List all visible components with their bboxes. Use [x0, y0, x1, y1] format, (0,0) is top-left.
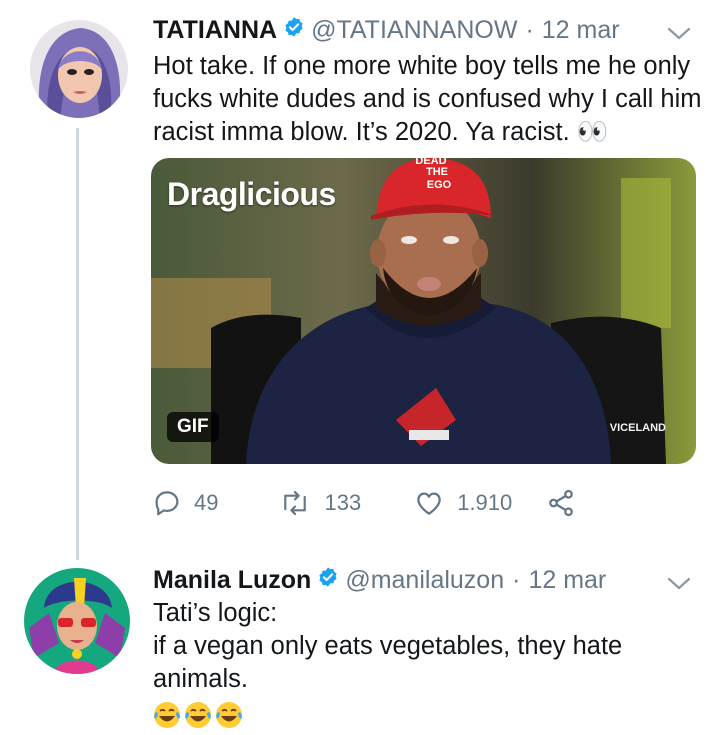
tears-of-joy-emoji: [216, 702, 242, 728]
chevron-down-icon[interactable]: [666, 576, 692, 597]
retweet-button[interactable]: 133: [278, 488, 361, 518]
tweet-text: Tati’s logic: if a vegan only eats veget…: [153, 597, 622, 696]
tweet-actions: 49 133 1.910: [152, 488, 576, 518]
reply-button[interactable]: 49: [152, 488, 218, 518]
tweet-header: Manila Luzon @manilaluzon · 12 mar: [153, 566, 606, 595]
tears-of-joy-emoji: [154, 702, 180, 728]
gif-badge: GIF: [167, 412, 219, 442]
tweet-text-line: animals.: [153, 665, 248, 693]
heart-icon: [417, 492, 441, 515]
verified-badge-icon: [283, 16, 305, 45]
share-icon: [549, 489, 574, 517]
gif-media[interactable]: DEAD THE EGO Draglicious GIF VICELAND: [151, 158, 696, 464]
tweet-text-line: if a vegan only eats vegetables, they ha…: [153, 632, 623, 660]
tweet-date[interactable]: 12 mar: [528, 566, 606, 595]
author-handle[interactable]: @manilaluzon: [345, 566, 504, 595]
separator-dot: ·: [512, 566, 521, 594]
tweet-text-line: Hot take. If one more white boy tells me…: [153, 52, 691, 80]
avatar[interactable]: [30, 20, 128, 118]
author-handle[interactable]: @TATIANNANOW: [311, 16, 517, 45]
reply-icon: [155, 491, 179, 516]
draglicious-logo: Draglicious: [167, 176, 336, 212]
viceland-watermark: VICELAND: [609, 422, 666, 434]
share-button[interactable]: [546, 488, 576, 518]
chevron-down-icon[interactable]: [666, 26, 692, 47]
tweet-text-line: fucks white dudes and is confused why I …: [153, 85, 702, 113]
like-button[interactable]: 1.910: [413, 488, 512, 518]
tears-of-joy-emoji: [185, 702, 211, 728]
emoji-row: [152, 700, 244, 730]
tweet-text: Hot take. If one more white boy tells me…: [153, 50, 702, 149]
tweet-date[interactable]: 12 mar: [542, 16, 620, 45]
retweet-icon: [284, 490, 307, 516]
avatar-image: [30, 20, 128, 118]
reply-count: 49: [194, 490, 219, 515]
author-name[interactable]: Manila Luzon: [153, 566, 311, 595]
verified-badge-icon: [317, 566, 339, 595]
separator-dot: ·: [525, 16, 534, 44]
avatar[interactable]: [24, 568, 130, 674]
cap-text-line: THE: [426, 166, 448, 178]
retweet-count: 133: [324, 490, 362, 515]
like-count: 1.910: [457, 490, 513, 515]
author-name[interactable]: TATIANNA: [153, 16, 277, 45]
avatar-image: [24, 568, 130, 674]
cap-text-line: EGO: [427, 179, 452, 191]
tweet-text-line: Tati’s logic:: [153, 599, 278, 627]
tweet-header: TATIANNA @TATIANNANOW · 12 mar: [153, 16, 620, 45]
tweet-text-line: racist imma blow. It’s 2020. Ya racist. …: [153, 118, 609, 146]
thread-line: [76, 128, 79, 560]
